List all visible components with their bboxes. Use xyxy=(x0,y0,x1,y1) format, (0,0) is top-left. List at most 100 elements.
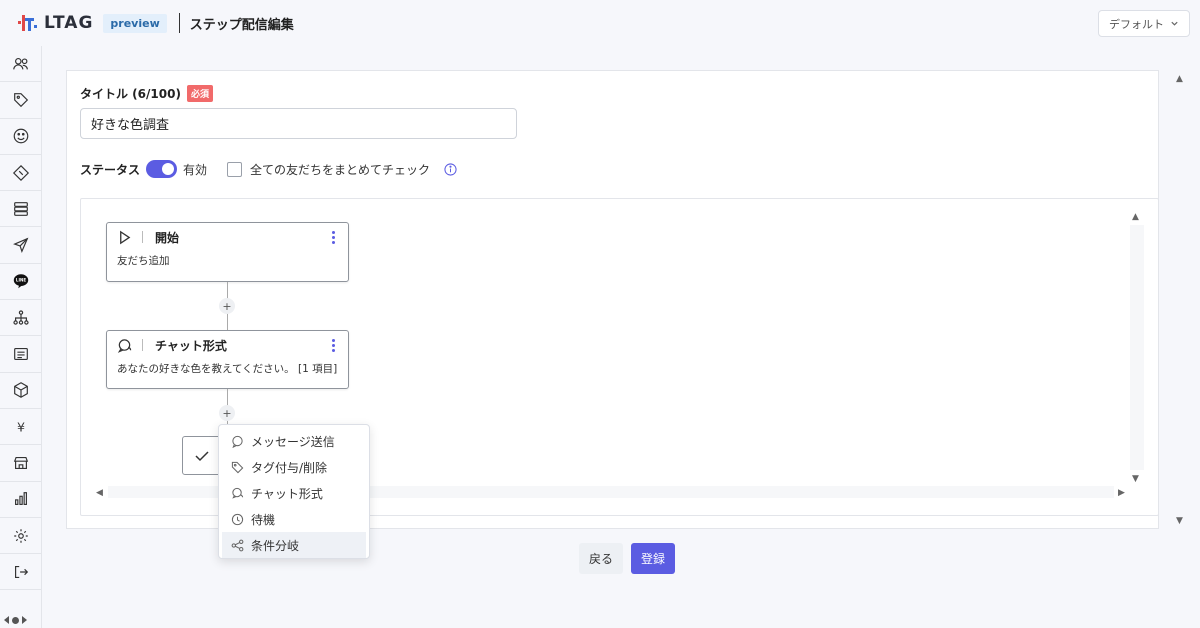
chevron-down-icon xyxy=(1171,21,1178,26)
svg-text:LINE: LINE xyxy=(15,278,25,283)
node-divider xyxy=(142,231,143,243)
sidebar: LINE ¥ xyxy=(0,46,42,628)
sidebar-item-sitemap[interactable] xyxy=(0,300,41,337)
title-label-text: タイトル (6/100) xyxy=(80,87,181,101)
tag-icon xyxy=(231,461,244,473)
menu-item-chat[interactable]: チャット形式 xyxy=(219,480,369,506)
sidebar-item-logout[interactable] xyxy=(0,554,41,591)
canvas-scroll-right-icon[interactable]: ▶ xyxy=(1118,488,1125,498)
sidebar-item-store[interactable] xyxy=(0,445,41,482)
ticket-icon xyxy=(12,164,29,181)
tag-icon xyxy=(13,93,28,108)
users-icon xyxy=(12,57,28,70)
settings-icon xyxy=(13,528,28,543)
canvas-scroll-up-icon[interactable]: ▲ xyxy=(1132,212,1139,222)
menu-item-wait[interactable]: 待機 xyxy=(219,506,369,532)
sidebar-item-products[interactable] xyxy=(0,373,41,409)
flow-node-check[interactable] xyxy=(182,436,222,475)
sitemap-icon xyxy=(12,310,29,325)
account-select-value: デフォルト xyxy=(1109,17,1164,31)
status-label: ステータス xyxy=(80,162,141,177)
bar-chart-icon xyxy=(14,492,27,506)
menu-item-label: タグ付与/削除 xyxy=(251,460,328,475)
sidebar-item-database[interactable] xyxy=(0,191,41,228)
clock-icon xyxy=(231,513,244,525)
back-button[interactable]: 戻る xyxy=(579,543,623,574)
menu-item-label: メッセージ送信 xyxy=(251,434,335,449)
sidebar-item-tags[interactable] xyxy=(0,82,41,119)
svg-text:¥: ¥ xyxy=(16,419,24,434)
canvas-vertical-scrollbar[interactable] xyxy=(1130,225,1144,470)
node-header: 開始 xyxy=(107,223,348,251)
sidebar-more[interactable] xyxy=(4,616,27,624)
ltag-logo-icon xyxy=(18,15,37,31)
sidebar-item-users[interactable] xyxy=(0,46,41,83)
store-icon xyxy=(13,456,28,469)
more-vertical-icon[interactable] xyxy=(332,231,336,246)
register-button[interactable]: 登録 xyxy=(631,543,675,574)
more-vertical-icon[interactable] xyxy=(332,339,336,354)
chat-icon xyxy=(232,487,244,499)
info-icon[interactable] xyxy=(444,162,457,176)
check-icon xyxy=(195,450,209,461)
play-icon xyxy=(120,230,131,244)
sidebar-item-line[interactable]: LINE xyxy=(0,264,41,301)
node-description: 友だち追加 xyxy=(117,255,170,267)
account-select[interactable]: デフォルト xyxy=(1098,10,1190,37)
dot-icon xyxy=(12,616,19,624)
menu-item-label: 待機 xyxy=(251,512,276,527)
sidebar-item-settings[interactable] xyxy=(0,518,41,555)
flow-node-chat[interactable]: チャット形式 あなたの好きな色を教えてください。 [1 項目] xyxy=(106,330,349,389)
logout-icon xyxy=(14,565,28,578)
canvas-scroll-down-icon[interactable]: ▼ xyxy=(1132,474,1139,484)
title-field-label: タイトル (6/100) 必須 xyxy=(80,85,213,102)
message-list-icon xyxy=(13,348,28,361)
app-header: LTAG preview ステップ配信編集 デフォルト xyxy=(0,0,1200,46)
menu-item-tag[interactable]: タグ付与/削除 xyxy=(219,454,369,480)
branch-icon xyxy=(231,539,244,551)
canvas-scroll-left-icon[interactable]: ◀ xyxy=(96,488,103,498)
status-row: ステータス 有効 全ての友だちをまとめてチェック xyxy=(80,158,457,180)
dot-icon xyxy=(4,616,9,624)
page-title: ステップ配信編集 xyxy=(189,17,294,33)
add-step-button[interactable]: + xyxy=(219,405,235,421)
message-icon xyxy=(232,435,243,448)
header-divider xyxy=(178,13,180,33)
menu-item-send-message[interactable]: メッセージ送信 xyxy=(219,428,369,454)
box-icon xyxy=(13,382,28,399)
chat-icon xyxy=(117,338,132,353)
node-title: 開始 xyxy=(155,230,180,245)
send-icon xyxy=(12,237,28,254)
node-description: あなたの好きな色を教えてください。 [1 項目] xyxy=(117,363,338,375)
sidebar-item-messages[interactable] xyxy=(0,336,41,373)
database-icon xyxy=(13,201,28,216)
add-step-menu: メッセージ送信 タグ付与/削除 チャット形式 待機 条件分岐 xyxy=(218,424,370,559)
yen-icon: ¥ xyxy=(16,419,24,434)
sidebar-item-payments[interactable]: ¥ xyxy=(0,409,41,446)
node-title: チャット形式 xyxy=(155,338,227,353)
page-scroll-up-icon[interactable]: ▲ xyxy=(1176,74,1183,84)
node-header: チャット形式 xyxy=(107,331,348,359)
menu-item-branch[interactable]: 条件分岐 xyxy=(222,532,366,558)
dot-icon xyxy=(22,616,27,624)
title-input[interactable] xyxy=(80,108,517,139)
check-all-checkbox[interactable] xyxy=(227,161,243,177)
node-divider xyxy=(142,339,143,351)
line-icon: LINE xyxy=(13,274,28,289)
logo[interactable]: LTAG xyxy=(18,13,93,33)
menu-item-label: 条件分岐 xyxy=(251,538,300,553)
sidebar-item-send[interactable] xyxy=(0,227,41,264)
add-step-button[interactable]: + xyxy=(219,298,235,314)
sidebar-item-emoji[interactable] xyxy=(0,119,41,155)
menu-item-label: チャット形式 xyxy=(251,486,323,501)
smile-icon xyxy=(13,128,28,144)
preview-badge: preview xyxy=(103,13,167,33)
sidebar-item-tickets[interactable] xyxy=(0,155,41,192)
page-scroll-down-icon[interactable]: ▼ xyxy=(1176,516,1183,526)
flow-node-start[interactable]: 開始 友だち追加 xyxy=(106,222,349,282)
status-value: 有効 xyxy=(183,162,208,177)
sidebar-item-analytics[interactable] xyxy=(0,482,41,518)
check-all-label: 全ての友だちをまとめてチェック xyxy=(250,162,431,177)
logo-text: LTAG xyxy=(44,13,94,33)
status-toggle[interactable] xyxy=(146,160,178,178)
